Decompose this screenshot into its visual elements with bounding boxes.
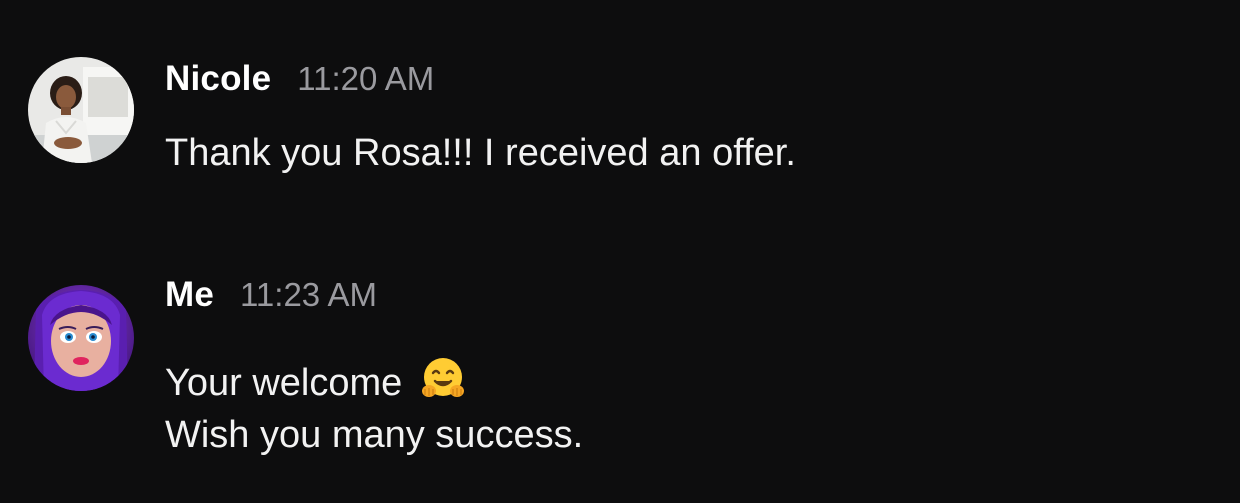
author-name[interactable]: Me xyxy=(165,275,214,314)
timestamp: 11:20 AM xyxy=(297,60,435,97)
me-avatar[interactable] xyxy=(28,285,134,391)
message-body: Thank you Rosa!!! I received an offer. xyxy=(165,127,796,179)
message-text: Wish you many success. xyxy=(165,414,584,456)
message-header: Me 11:23 AM xyxy=(165,275,377,323)
message-text: Your welcome xyxy=(165,362,403,404)
message-body: Your welcome Wish you many success. xyxy=(165,355,583,461)
message-header: Nicole 11:20 AM xyxy=(165,59,434,107)
message-line: Your welcome xyxy=(165,355,583,409)
nicole-avatar[interactable] xyxy=(28,57,134,163)
me-avatar-image xyxy=(28,285,134,391)
nicole-avatar-image xyxy=(28,57,134,163)
timestamp: 11:23 AM xyxy=(240,276,378,313)
author-name[interactable]: Nicole xyxy=(165,59,271,98)
message-text: Thank you Rosa!!! I received an offer. xyxy=(165,132,796,174)
hugging-face-emoji-icon xyxy=(419,355,467,403)
